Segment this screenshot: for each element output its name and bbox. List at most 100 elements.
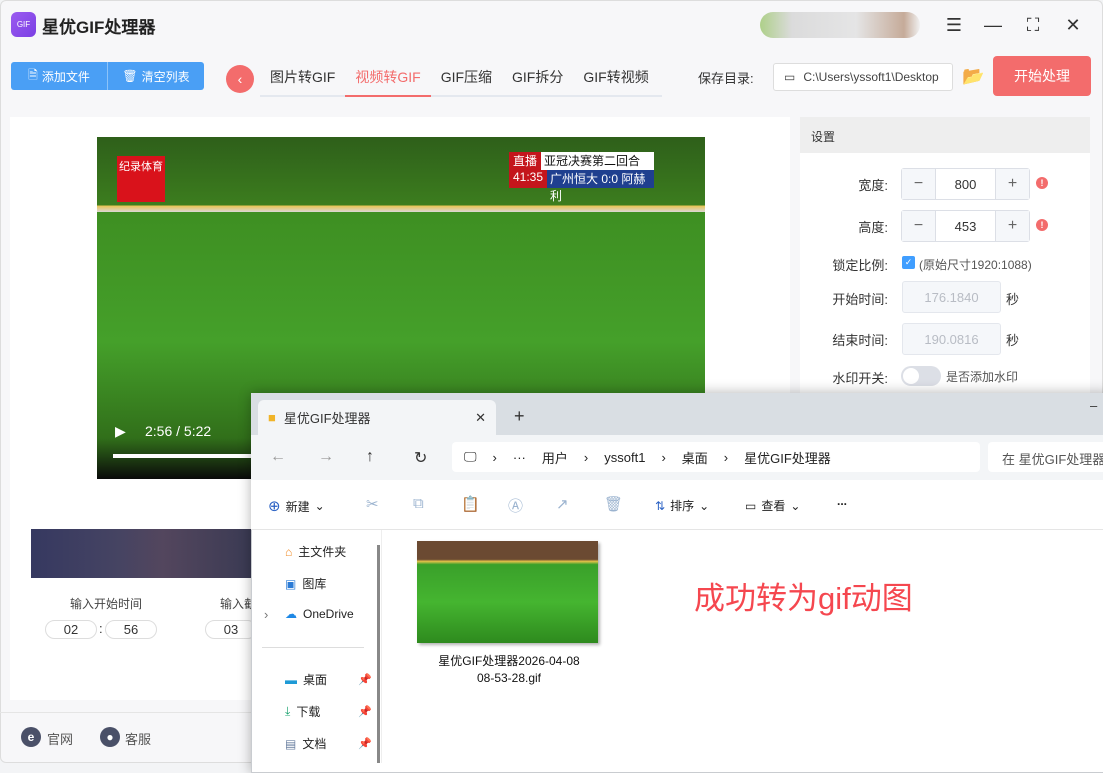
- end-minute-input[interactable]: 03: [205, 620, 257, 639]
- lock-ratio-checkbox[interactable]: ✓: [902, 256, 915, 269]
- end-time-field[interactable]: 190.0816: [902, 323, 1001, 355]
- minimize-icon[interactable]: —: [979, 12, 1007, 38]
- sidebar-item-desktop[interactable]: ▬ 桌面: [285, 671, 327, 688]
- minus-icon[interactable]: −: [902, 211, 935, 241]
- save-dir-label: 保存目录:: [698, 71, 754, 86]
- maximize-icon[interactable]: ⛶: [1019, 12, 1047, 38]
- view-label: 查看: [761, 499, 786, 513]
- width-label: 宽度:: [858, 178, 888, 193]
- sidebar-scrollbar[interactable]: [377, 545, 380, 763]
- play-icon[interactable]: ▶: [115, 423, 126, 440]
- file-name-line: 08-53-28.gif: [476, 671, 542, 685]
- watermark-label: 水印开关:: [832, 371, 888, 386]
- start-time-setting-label: 开始时间:: [832, 292, 888, 307]
- share-icon[interactable]: ↗: [556, 495, 569, 513]
- height-stepper[interactable]: −453 +: [901, 210, 1030, 242]
- explorer-search-input[interactable]: 在 星优GIF处理器: [988, 442, 1103, 472]
- success-annotation: 成功转为gif动图: [694, 581, 913, 616]
- breadcrumb-item[interactable]: yssoft1: [604, 450, 645, 465]
- refresh-icon[interactable]: ↻: [414, 448, 427, 468]
- sidebar-item-home[interactable]: ⌂ 主文件夹: [285, 543, 346, 560]
- minimize-icon[interactable]: –: [1090, 398, 1097, 413]
- sidebar-item-onedrive[interactable]: ☁ OneDrive: [285, 607, 354, 621]
- pin-icon[interactable]: 📌: [358, 673, 372, 686]
- delete-icon[interactable]: 🗑: [604, 495, 623, 513]
- plus-icon[interactable]: +: [996, 169, 1029, 199]
- tab-image-to-gif[interactable]: 图片转GIF: [260, 62, 345, 95]
- cut-icon[interactable]: ✂: [366, 495, 379, 513]
- new-label: 新建: [285, 499, 310, 514]
- match-score: 广州恒大 0:0 阿赫利: [550, 172, 646, 203]
- close-icon[interactable]: ✕: [1059, 12, 1087, 38]
- mode-tabs: 图片转GIF 视频转GIF GIF压缩 GIF拆分 GIF转视频: [260, 62, 662, 97]
- gif-file-name[interactable]: 星优GIF处理器2026-04-08 08-53-28.gif: [420, 653, 598, 687]
- up-arrow-icon[interactable]: ↑: [366, 448, 374, 466]
- chevron-right-icon[interactable]: ›: [264, 607, 268, 622]
- sidebar-item-downloads[interactable]: ⤓ 下载: [285, 703, 320, 720]
- start-minute-input[interactable]: 02: [45, 620, 97, 639]
- chevron-left-icon[interactable]: ‹: [226, 65, 254, 93]
- watermark-toggle[interactable]: [901, 366, 941, 386]
- tab-gif-to-video[interactable]: GIF转视频: [573, 62, 658, 95]
- back-arrow-icon[interactable]: ←: [270, 448, 286, 466]
- settings-header: 设置: [800, 117, 1090, 153]
- view-button[interactable]: ▭ 查看 ⌄: [745, 497, 800, 514]
- sort-icon: ⇅: [655, 498, 666, 513]
- breadcrumb-item[interactable]: 桌面: [682, 448, 708, 467]
- sidebar-item-gallery[interactable]: ▣ 图库: [285, 575, 326, 592]
- more-button[interactable]: ...: [837, 494, 847, 508]
- copy-icon[interactable]: ⧉: [413, 495, 424, 512]
- minus-icon[interactable]: −: [902, 169, 935, 199]
- rename-icon[interactable]: Ⓐ: [508, 495, 523, 516]
- breadcrumb-item[interactable]: 星优GIF处理器: [744, 448, 831, 467]
- forward-arrow-icon[interactable]: →: [318, 448, 334, 466]
- add-file-label: 添加文件: [41, 69, 90, 84]
- plus-icon[interactable]: +: [996, 211, 1029, 241]
- add-file-button[interactable]: 🗎 添加文件: [11, 62, 108, 90]
- clear-list-button[interactable]: 🗑 清空列表: [108, 62, 204, 90]
- gallery-icon: ▣: [285, 576, 297, 591]
- breadcrumb[interactable]: 🖵 › ··· 用户 › yssoft1 › 桌面 › 星优GIF处理器: [452, 442, 980, 472]
- settings-sliders-icon[interactable]: ☰: [940, 12, 968, 38]
- width-stepper[interactable]: −800 +: [901, 168, 1030, 200]
- pin-icon[interactable]: 📌: [358, 705, 372, 718]
- video-thumbnail-strip[interactable]: [31, 529, 251, 578]
- save-dir-input[interactable]: ▭ C:\Users\yssoft1\Desktop: [773, 63, 953, 91]
- tab-gif-split[interactable]: GIF拆分: [502, 62, 573, 95]
- start-second-input[interactable]: 56: [105, 620, 157, 639]
- warning-icon: !: [1036, 177, 1048, 189]
- height-value[interactable]: 453: [935, 211, 996, 241]
- tab-video-to-gif[interactable]: 视频转GIF: [345, 62, 431, 97]
- breadcrumb-item[interactable]: 用户: [542, 448, 568, 467]
- user-avatar[interactable]: [760, 12, 920, 38]
- video-progress-bar[interactable]: [113, 454, 253, 458]
- open-folder-icon[interactable]: 📂: [962, 66, 984, 87]
- pin-icon[interactable]: 📌: [358, 737, 372, 750]
- sort-button[interactable]: ⇅ 排序 ⌄: [655, 497, 709, 514]
- browser-icon[interactable]: e: [21, 727, 41, 747]
- website-link[interactable]: 官网: [47, 729, 73, 748]
- seconds-unit: 秒: [1006, 292, 1020, 307]
- warning-icon: !: [1036, 219, 1048, 231]
- chat-icon[interactable]: ●: [100, 727, 120, 747]
- explorer-tab[interactable]: ■ 星优GIF处理器 ✕: [258, 400, 496, 435]
- new-button[interactable]: ⊕ 新建 ⌄: [268, 497, 325, 515]
- paste-icon[interactable]: 📋: [461, 495, 480, 513]
- video-scoreboard-bottom: 41:35 广州恒大 0:0 阿赫利: [509, 170, 654, 203]
- watermark-note: 是否添加水印: [946, 370, 1019, 384]
- live-label: 直播: [509, 152, 542, 170]
- gif-file-thumbnail[interactable]: [417, 541, 598, 643]
- sidebar-item-label: OneDrive: [303, 607, 354, 621]
- width-value[interactable]: 800: [935, 169, 996, 199]
- tab-gif-compress[interactable]: GIF压缩: [431, 62, 502, 95]
- start-time-field[interactable]: 176.1840: [902, 281, 1001, 313]
- support-link[interactable]: 客服: [125, 729, 151, 748]
- start-button[interactable]: 开始处理: [993, 56, 1091, 96]
- sort-label: 排序: [670, 499, 695, 513]
- close-tab-icon[interactable]: ✕: [475, 410, 486, 426]
- computer-icon: 🖵: [464, 449, 477, 464]
- new-tab-icon[interactable]: +: [514, 406, 525, 427]
- file-name-line: 星优GIF处理器2026-04-08: [438, 654, 580, 668]
- sidebar-item-documents[interactable]: ▤ 文档: [285, 735, 326, 752]
- original-size-note: (原始尺寸1920:1088): [919, 258, 1032, 272]
